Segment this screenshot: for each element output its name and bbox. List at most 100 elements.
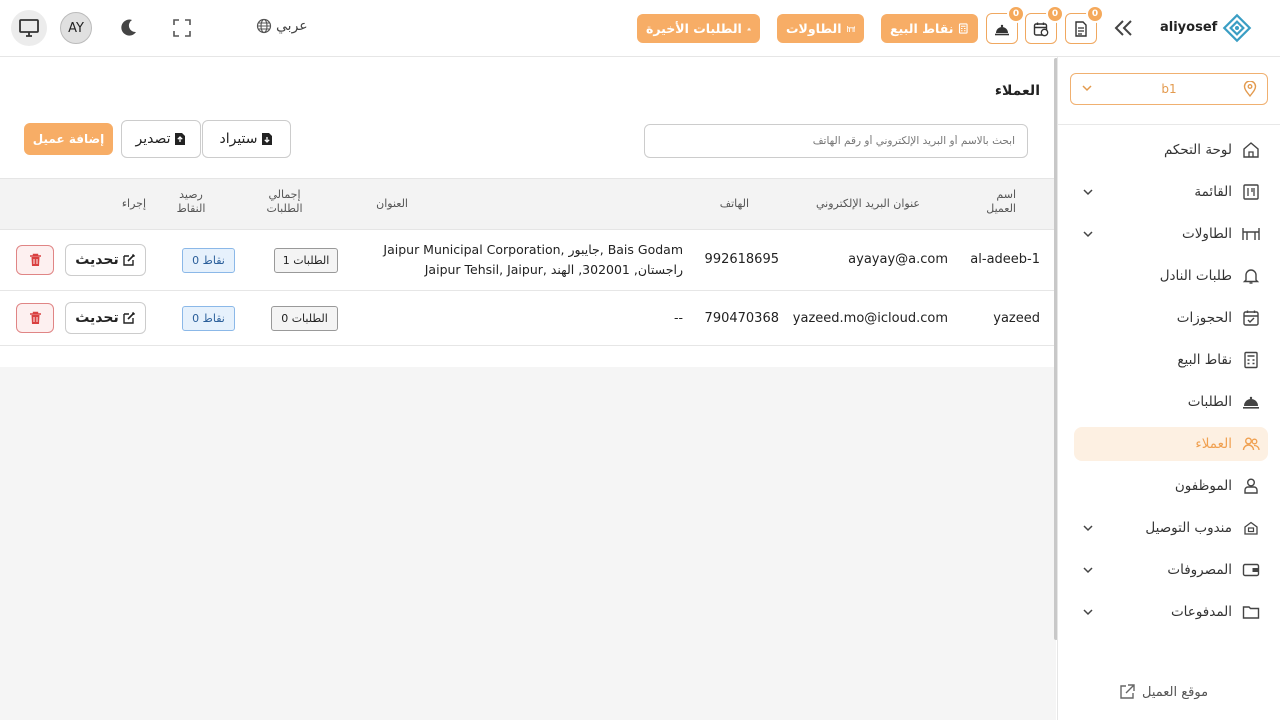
location-pin-icon: [1243, 81, 1257, 97]
language-switcher[interactable]: عربي: [256, 18, 308, 34]
orders-count-chip[interactable]: 0 الطلبات: [271, 306, 338, 331]
sidebar-item[interactable]: العملاء: [1074, 427, 1268, 461]
table-icon: [1242, 225, 1260, 243]
sidebar-item[interactable]: الطلبات: [1074, 385, 1268, 419]
column-header-points[interactable]: رصيد النقاط: [171, 188, 211, 216]
sidebar-item[interactable]: مندوب التوصيل: [1074, 511, 1268, 545]
update-label: تحديث: [75, 310, 119, 326]
tables-button[interactable]: الطاولات: [777, 14, 864, 43]
pos-icon: [1242, 351, 1260, 369]
display-mode-button[interactable]: [11, 10, 47, 46]
notification-badge: 0: [1046, 5, 1064, 23]
sidebar-item-label: نقاط البيع: [1177, 352, 1232, 368]
chevron-down-icon: [1083, 567, 1093, 574]
column-header-name[interactable]: اسم العميل: [956, 188, 1016, 216]
fullscreen-icon[interactable]: [170, 16, 194, 40]
pos-button[interactable]: نقاط البيع: [881, 14, 978, 43]
customer-email: yazeed.mo@icloud.com: [792, 311, 948, 326]
pos-icon: [959, 23, 969, 34]
wallet-icon: [1242, 561, 1260, 579]
customer-site-label: موقع العميل: [1142, 684, 1209, 700]
sidebar-item-label: المدفوعات: [1170, 604, 1232, 620]
sidebar-item[interactable]: طلبات النادل: [1074, 259, 1268, 293]
external-link-icon: [1120, 684, 1135, 699]
export-button[interactable]: تصدير: [121, 120, 201, 158]
brand-logo-icon[interactable]: [1222, 13, 1252, 43]
table-row: yazeed yazeed.mo@icloud.com 790470368 --…: [0, 291, 1056, 346]
column-header-phone[interactable]: الهاتف: [689, 197, 749, 211]
sidebar-item[interactable]: الطاولات: [1074, 217, 1268, 251]
recent-orders-button[interactable]: الطلبات الأخيرة: [637, 14, 760, 43]
add-customer-button[interactable]: إضافة عميل: [24, 123, 113, 155]
customer-phone: 992618695: [704, 252, 779, 267]
search-input[interactable]: [644, 124, 1028, 158]
avatar[interactable]: AY: [60, 12, 92, 44]
import-button[interactable]: ستيراد: [202, 120, 291, 158]
column-header-address[interactable]: العنوان: [348, 197, 408, 211]
sidebar-item-label: الحجوزات: [1176, 310, 1232, 326]
sidebar-item-label: الموظفون: [1174, 478, 1232, 494]
sidebar-item[interactable]: لوحة التحكم: [1074, 133, 1268, 167]
globe-icon: [256, 18, 272, 34]
home-icon: [1242, 141, 1260, 159]
waiter-requests-button[interactable]: 0: [986, 5, 1025, 44]
table-row: al-adeeb-1 ayayay@a.com 992618695 Jaipur…: [0, 230, 1056, 291]
address-line: Jaipur Tehsil, Jaipur, راجستان, 302001, …: [424, 262, 683, 277]
sidebar-item-label: الطلبات: [1187, 394, 1232, 410]
menu-book-icon: [1242, 183, 1260, 201]
column-header-email[interactable]: عنوان البريد الإلكتروني: [760, 197, 920, 211]
edit-icon: [123, 253, 135, 266]
customer-name: al-adeeb-1: [970, 252, 1040, 267]
dark-mode-moon-icon[interactable]: [116, 16, 140, 40]
branch-selector[interactable]: b1: [1070, 73, 1268, 105]
sidebar-item-label: القائمة: [1194, 184, 1232, 200]
collapse-sidebar-icon[interactable]: [1112, 16, 1136, 40]
column-header-orders-line: الطلبات: [266, 202, 303, 215]
delete-customer-button[interactable]: [16, 303, 54, 333]
language-label: عربي: [276, 18, 308, 34]
delivery-icon: [1242, 519, 1260, 537]
delete-customer-button[interactable]: [16, 245, 54, 275]
orders-count-chip[interactable]: 1 الطلبات: [274, 248, 338, 273]
chevron-down-icon: [1083, 609, 1093, 616]
cloche-icon: [1242, 393, 1260, 411]
sidebar-item[interactable]: الحجوزات: [1074, 301, 1268, 335]
sidebar-divider: [1058, 124, 1280, 125]
service-bell-icon: [995, 24, 1009, 35]
sidebar-item[interactable]: نقاط البيع: [1074, 343, 1268, 377]
sidebar: b1 لوحة التحكم القائمة الطاولات طلبات الناد…: [1057, 57, 1280, 720]
customer-name: yazeed: [993, 311, 1040, 326]
table-icon: [846, 25, 855, 32]
staff-icon: [1242, 477, 1260, 495]
points-balance-chip: 0 نقاط: [182, 306, 235, 331]
reservations-alert-button[interactable]: 0: [1025, 5, 1064, 44]
sidebar-item[interactable]: المدفوعات: [1074, 595, 1268, 629]
trash-icon: [29, 253, 41, 266]
column-header-points-line: رصيد: [179, 188, 203, 201]
customer-phone: 790470368: [704, 311, 779, 326]
branch-name: b1: [1161, 82, 1177, 96]
chevron-down-icon: [1083, 231, 1093, 238]
sidebar-item[interactable]: المصروفات: [1074, 553, 1268, 587]
customer-site-link[interactable]: موقع العميل: [1118, 683, 1208, 701]
sidebar-item-label: لوحة التحكم: [1163, 142, 1232, 158]
new-orders-button[interactable]: 0: [1065, 5, 1104, 44]
column-header-orders-line: إجمالي: [268, 188, 301, 201]
trash-icon: [29, 311, 41, 324]
main-content: العملاء ستيراد تصدير إضافة عميل اسم العم…: [0, 57, 1056, 720]
pos-button-label: نقاط البيع: [890, 21, 954, 36]
sidebar-item[interactable]: الموظفون: [1074, 469, 1268, 503]
receipt-icon: [1075, 20, 1087, 37]
sidebar-item-label: المصروفات: [1167, 562, 1232, 578]
brand-name[interactable]: aliyosef: [1160, 20, 1217, 35]
column-header-name-line: العميل: [986, 202, 1016, 215]
customers-panel: العملاء ستيراد تصدير إضافة عميل اسم العم…: [0, 57, 1056, 367]
update-customer-button[interactable]: تحديث: [65, 244, 146, 276]
update-customer-button[interactable]: تحديث: [65, 302, 146, 334]
sidebar-item[interactable]: القائمة: [1074, 175, 1268, 209]
column-header-orders[interactable]: إجمالي الطلبات: [262, 188, 307, 216]
column-header-points-line: النقاط: [176, 202, 206, 215]
bell-icon: [1242, 267, 1260, 285]
export-label: تصدير: [135, 131, 171, 147]
table-header: اسم العميل عنوان البريد الإلكتروني الهات…: [0, 178, 1056, 230]
